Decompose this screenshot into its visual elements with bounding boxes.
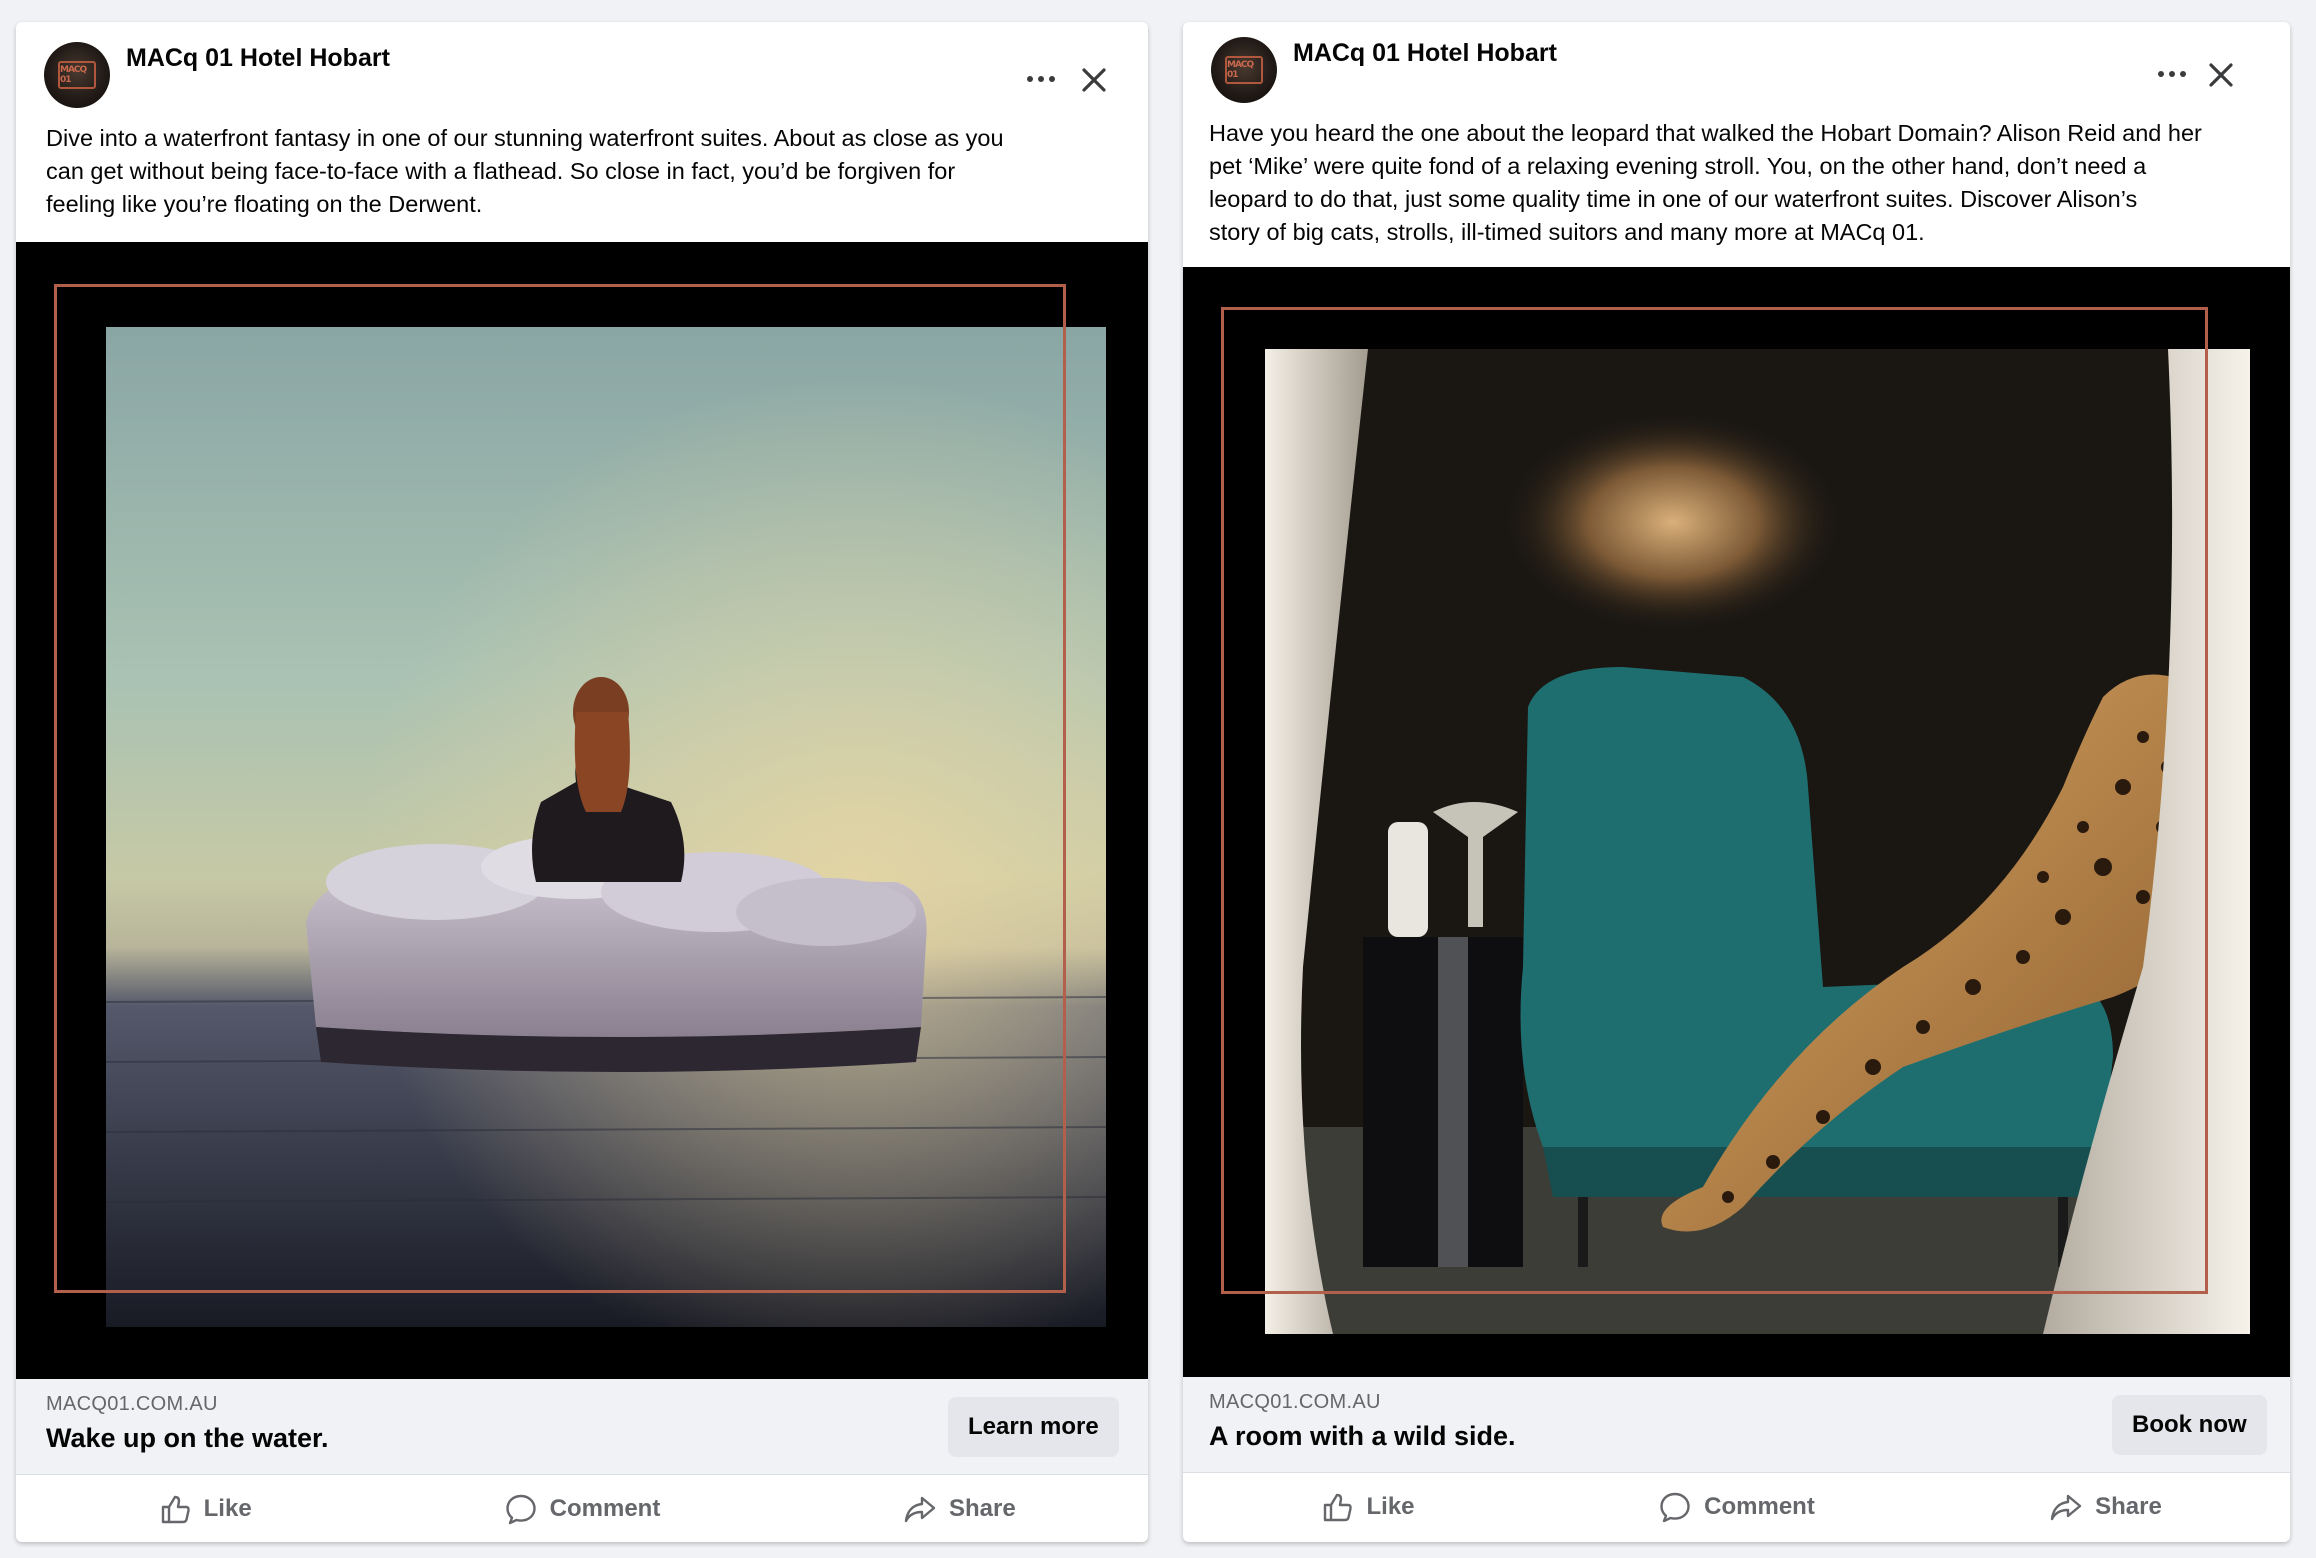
ad-image[interactable]: [1183, 267, 2290, 1377]
close-icon: [2209, 63, 2233, 87]
book-now-button[interactable]: Book now: [2112, 1395, 2267, 1455]
woman-on-floating-bed-image: [16, 242, 1148, 1379]
post-text-line: story of big cats, strolls, ill-timed su…: [1209, 219, 1925, 245]
leopard-on-armchair-image: [1183, 267, 2290, 1377]
page-avatar[interactable]: MACQ 01: [44, 42, 110, 108]
link-domain: MACQ01.COM.AU: [46, 1393, 218, 1415]
more-options-button[interactable]: [1019, 64, 1063, 94]
comment-bubble-icon: [1660, 1492, 1690, 1523]
comment-label: Comment: [1704, 1493, 1815, 1520]
like-button[interactable]: Like: [16, 1474, 393, 1542]
more-options-button[interactable]: [2150, 59, 2194, 89]
post-header: MACQ 01 MACq 01 Hotel Hobart: [16, 22, 1148, 122]
like-thumb-icon: [161, 1495, 190, 1524]
share-button[interactable]: Share: [1921, 1472, 2290, 1542]
post-text-line: leopard to do that, just some quality ti…: [1209, 186, 2138, 212]
share-arrow-icon: [904, 1496, 936, 1523]
like-label: Like: [203, 1495, 252, 1522]
link-headline: A room with a wild side.: [1209, 1421, 1516, 1451]
ad-image[interactable]: [16, 242, 1148, 1379]
close-button[interactable]: [1076, 62, 1112, 98]
link-preview-bar[interactable]: MACQ01.COM.AU Wake up on the water. Lear…: [16, 1379, 1148, 1475]
post-actions-bar: Like Comment Share: [16, 1474, 1148, 1542]
post-text-line: Dive into a waterfront fantasy in one of…: [46, 125, 1004, 151]
like-label: Like: [1366, 1493, 1415, 1520]
share-label: Share: [948, 1495, 1016, 1522]
post-text: Dive into a waterfront fantasy in one of…: [46, 122, 1004, 221]
post-text-line: pet ‘Mike’ were quite fond of a relaxing…: [1209, 153, 2147, 179]
post-text-line: Have you heard the one about the leopard…: [1209, 120, 2202, 146]
page-name[interactable]: MACq 01 Hotel Hobart: [1293, 39, 1557, 68]
post-text: Have you heard the one about the leopard…: [1209, 117, 2202, 249]
more-options-icon: [1027, 76, 1055, 82]
page-avatar[interactable]: MACQ 01: [1211, 37, 1277, 103]
more-options-icon: [2158, 71, 2186, 77]
post-actions-bar: Like Comment Share: [1183, 1472, 2290, 1542]
link-preview-bar[interactable]: MACQ01.COM.AU A room with a wild side. B…: [1183, 1377, 2290, 1473]
close-icon: [1082, 68, 1106, 92]
page-name[interactable]: MACq 01 Hotel Hobart: [126, 44, 390, 73]
link-headline: Wake up on the water.: [46, 1423, 329, 1453]
comment-button[interactable]: Comment: [393, 1474, 770, 1542]
macq01-logo: MACQ 01: [1225, 56, 1263, 84]
macq01-logo: MACQ 01: [58, 61, 96, 89]
share-arrow-icon: [2050, 1494, 2082, 1521]
post-text-line: feeling like you’re floating on the Derw…: [46, 191, 483, 217]
ad-post-card: MACQ 01 MACq 01 Hotel Hobart Have you he…: [1183, 22, 2290, 1542]
share-label: Share: [2095, 1493, 2162, 1520]
post-header: MACQ 01 MACq 01 Hotel Hobart: [1183, 22, 2290, 122]
comment-button[interactable]: Comment: [1552, 1472, 1921, 1542]
learn-more-button[interactable]: Learn more: [948, 1397, 1119, 1457]
like-thumb-icon: [1324, 1493, 1353, 1522]
comment-bubble-icon: [505, 1494, 536, 1525]
comment-label: Comment: [549, 1495, 661, 1522]
post-text-line: can get without being face-to-face with …: [46, 158, 956, 184]
close-button[interactable]: [2203, 57, 2239, 93]
ad-post-card: MACQ 01 MACq 01 Hotel Hobart Dive into a…: [16, 22, 1148, 1542]
link-domain: MACQ01.COM.AU: [1209, 1391, 1381, 1413]
like-button[interactable]: Like: [1183, 1472, 1552, 1542]
share-button[interactable]: Share: [771, 1474, 1148, 1542]
